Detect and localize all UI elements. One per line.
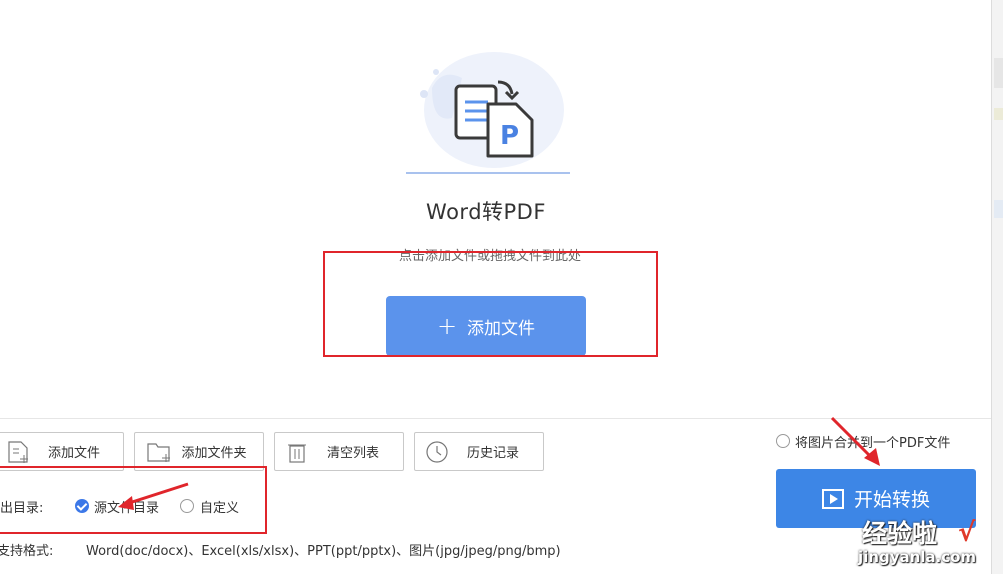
strip-block <box>994 58 1003 88</box>
watermark-url: jingyanla.com <box>858 548 977 566</box>
svg-text:P: P <box>500 121 519 151</box>
strip-block <box>994 108 1003 120</box>
clear-list-button[interactable]: 清空列表 <box>274 432 404 471</box>
toolbar-button-label: 清空列表 <box>326 445 379 460</box>
toolbar-button-label: 历史记录 <box>466 445 519 460</box>
background-window-strip <box>991 0 1003 574</box>
formats-value: Word(doc/docx)、Excel(xls/xlsx)、PPT(ppt/p… <box>86 544 561 559</box>
watermark-text: 经验啦 <box>862 519 938 548</box>
history-button[interactable]: 历史记录 <box>414 432 544 471</box>
word-to-pdf-illustration: P <box>406 52 570 174</box>
annotation-box-output-dir <box>0 466 267 534</box>
strip-block <box>994 200 1003 218</box>
start-convert-label: 开始转换 <box>853 489 930 511</box>
merge-pdf-label[interactable]: 将图片合并到一个PDF文件 <box>795 432 950 451</box>
toolbar-button-label: 添加文件 <box>47 445 100 460</box>
annotation-box-add-file <box>323 251 658 357</box>
page-title: Word转PDF <box>426 200 546 224</box>
divider <box>0 418 991 419</box>
toolbar-button-label: 添加文件夹 <box>181 445 247 460</box>
merge-pdf-radio[interactable] <box>776 434 790 448</box>
formats-label: 支持格式: <box>0 544 54 559</box>
play-icon <box>821 488 844 509</box>
watermark-logo: 经验啦 √ jingyanla.com <box>850 514 1000 572</box>
checkmark-icon: √ <box>958 518 976 548</box>
